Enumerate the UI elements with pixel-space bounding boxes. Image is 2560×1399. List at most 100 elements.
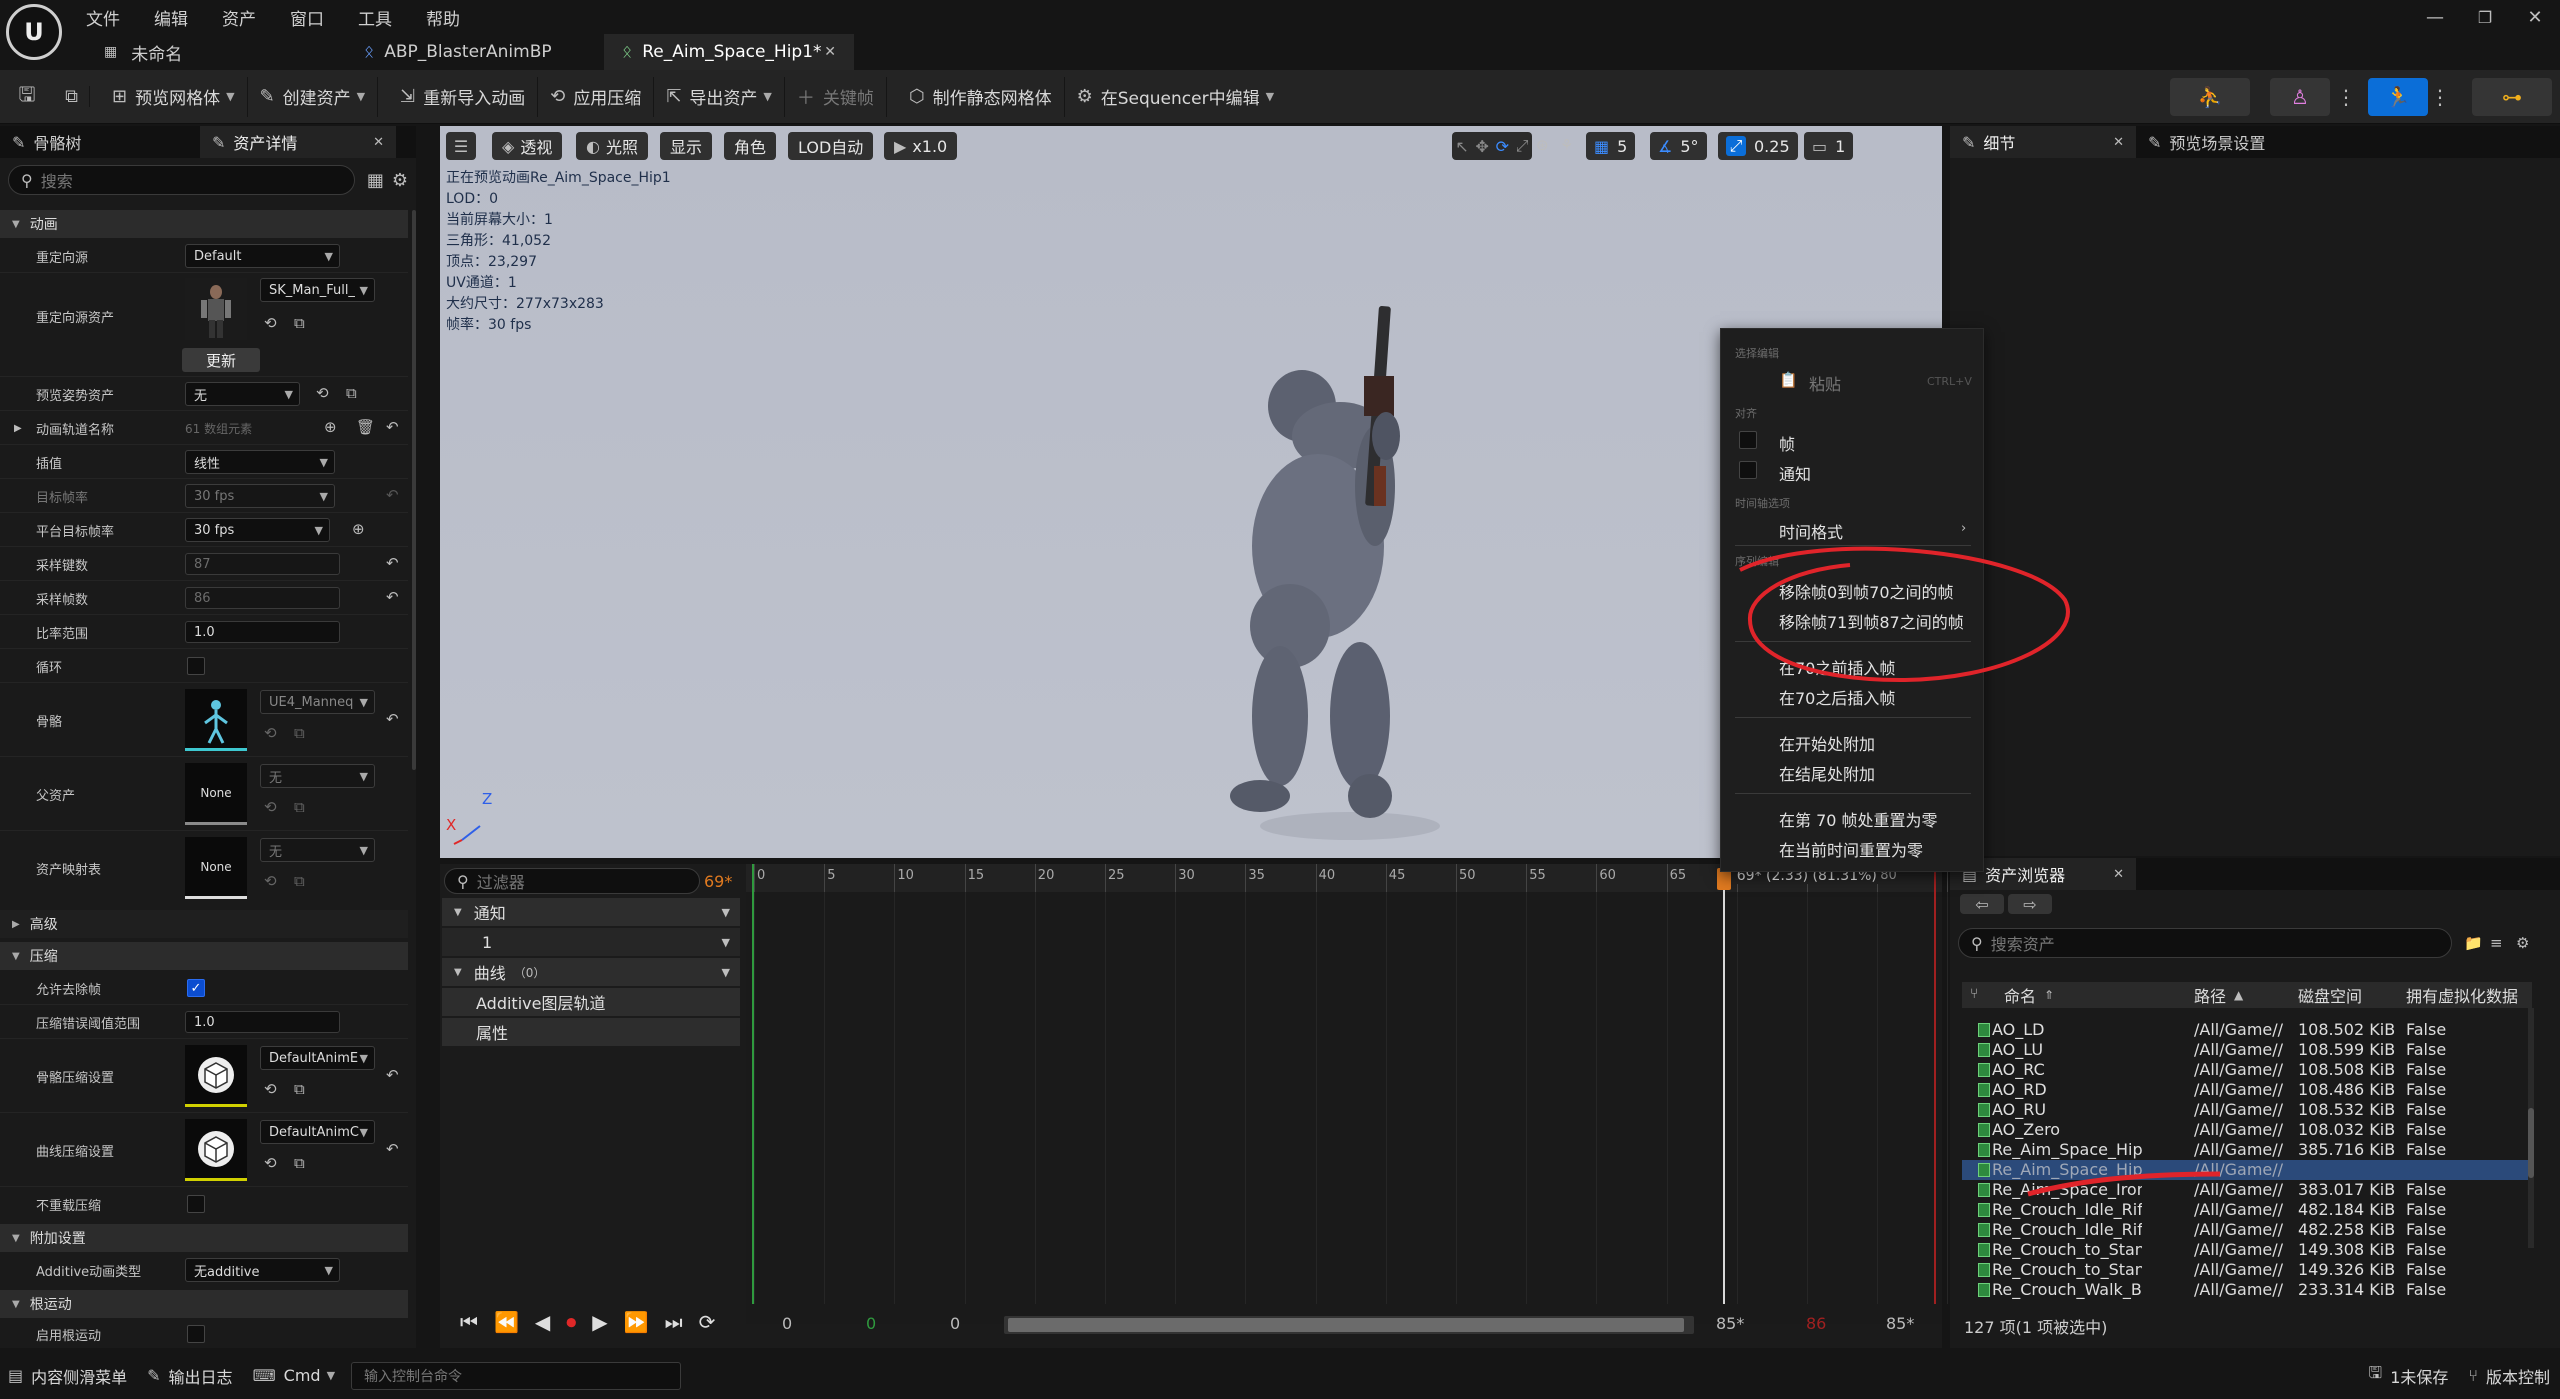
minimize-icon[interactable]: — <box>2410 7 2460 28</box>
preview-pose-dropdown[interactable]: 无 ▼ <box>185 382 300 406</box>
tab-asset-details[interactable]: ✎ 资产详情 ✕ <box>200 126 396 158</box>
browse-asset-icon[interactable]: ⧉ <box>294 1080 305 1098</box>
console-input[interactable]: 输入控制台命令 <box>351 1361 682 1390</box>
close-tab-icon[interactable]: ✕ <box>824 44 836 60</box>
asset-row[interactable]: AO_Zero/All/Game// 108.032 KiB False <box>1962 1120 2532 1140</box>
browse-asset-icon[interactable]: ⧉ <box>294 724 305 742</box>
tab-skeleton-tree[interactable]: ✎ 骨骼树 <box>0 126 200 158</box>
back-button[interactable]: ⇦ <box>1960 894 2004 914</box>
settings-gear-icon[interactable]: ⚙ <box>2516 934 2529 952</box>
columns-icon[interactable]: ⑂ <box>1970 986 1978 1002</box>
loop-icon[interactable]: ⟳ <box>699 1310 716 1334</box>
asset-row[interactable]: Re_Crouch_Idle_Rifle/All/Game// 482.258 K… <box>1962 1220 2532 1240</box>
rate-scale-field[interactable]: 1.0 <box>185 621 340 643</box>
snap-notify-checkbox[interactable] <box>1739 461 1757 479</box>
skip-to-end-icon[interactable]: ⏭ <box>665 1310 683 1334</box>
skeleton-dropdown[interactable]: UE4_Manneq ▼ <box>260 690 375 714</box>
column-path[interactable]: 路径 ▲ <box>2194 982 2243 1008</box>
scrollbar-thumb[interactable] <box>1008 1318 1684 1332</box>
details-search-input[interactable]: ⚲ 搜索 <box>8 165 355 195</box>
reset-arrow-icon[interactable]: ↶ <box>386 1140 399 1158</box>
tab-details[interactable]: ✎ 细节 ✕ <box>1950 126 2136 158</box>
add-element-icon[interactable]: ⊕ <box>352 520 365 538</box>
column-virtualized[interactable]: 拥有虚拟化数据 <box>2406 982 2526 1008</box>
asset-row[interactable]: Re_Crouch_Idle_Rifle/All/Game// 482.184 K… <box>1962 1200 2532 1220</box>
edit-in-sequencer-button[interactable]: ⚙ 在Sequencer中编辑 ▼ <box>1065 77 1286 117</box>
menu-tools[interactable]: 工具 <box>358 5 392 30</box>
output-log-button[interactable]: ✎ 输出日志 <box>137 1359 242 1393</box>
reimport-button[interactable]: ⇲ 重新导入动画 <box>388 76 539 117</box>
close-tab-icon[interactable]: ✕ <box>373 135 384 150</box>
track-notify-1[interactable]: 1 ▼ <box>442 928 740 956</box>
play-reverse-icon[interactable]: ◀ <box>535 1310 550 1334</box>
asset-row[interactable]: Re_Crouch_to_Stand/All/Game// 149.326 KiB… <box>1962 1260 2532 1280</box>
close-window-icon[interactable]: ✕ <box>2510 7 2560 28</box>
menu-help[interactable]: 帮助 <box>426 5 460 30</box>
enable-root-motion-checkbox[interactable] <box>187 1325 205 1343</box>
asset-row[interactable]: AO_LU/All/Game// 108.599 KiB False <box>1962 1040 2532 1060</box>
use-selected-icon[interactable]: ⟲ <box>316 384 329 402</box>
column-disk-size[interactable]: 磁盘空间 <box>2298 982 2362 1008</box>
track-attributes[interactable]: 属性 <box>442 1018 740 1046</box>
rotate-icon[interactable]: ⟳ <box>1496 137 1509 156</box>
settings-gear-icon[interactable]: ⚙ <box>392 170 408 191</box>
menu-item-reset-zero-70[interactable]: 在第 70 帧处重置为零 <box>1779 807 1938 831</box>
no-recompress-checkbox[interactable] <box>187 1195 205 1213</box>
track-curves[interactable]: ▼ 曲线 （0） ▼ <box>442 958 740 986</box>
reset-arrow-icon[interactable]: ↶ <box>386 418 399 436</box>
curve-compression-thumbnail[interactable] <box>185 1119 247 1181</box>
range-start[interactable]: 0 <box>782 1314 792 1333</box>
parent-asset-dropdown[interactable]: 无 ▼ <box>260 764 375 788</box>
use-selected-icon[interactable]: ⟲ <box>264 724 277 742</box>
step-forward-icon[interactable]: ⏩ <box>624 1310 649 1334</box>
reset-arrow-icon[interactable]: ↶ <box>386 710 399 728</box>
export-asset-button[interactable]: ⇱ 导出资产 ▼ <box>654 76 785 117</box>
tab-re-aim-space-hip1[interactable]: ᛟ Re_Aim_Space_Hip1* ✕ <box>604 34 854 70</box>
asset-list-scrollbar[interactable] <box>2528 1008 2534 1248</box>
apply-compression-button[interactable]: ⟲ 应用压缩 <box>538 76 655 117</box>
filter-icon[interactable]: ≡ <box>2490 934 2503 952</box>
menu-item-append-end[interactable]: 在结尾处附加 <box>1779 761 1875 785</box>
asset-row[interactable]: AO_RU/All/Game// 108.532 KiB False <box>1962 1100 2532 1120</box>
mesh-mode-button[interactable]: ♙ <box>2270 77 2330 116</box>
range-view-end[interactable]: 85* <box>1716 1314 1744 1333</box>
skeletal-mesh-thumbnail[interactable] <box>185 278 247 340</box>
browse-asset-icon[interactable]: ⧉ <box>346 384 357 402</box>
reset-arrow-icon[interactable]: ↶ <box>386 1066 399 1084</box>
lod-button[interactable]: LOD自动 <box>788 132 874 160</box>
asset-row[interactable]: AO_RC/All/Game// 108.508 KiB False <box>1962 1060 2532 1080</box>
forward-button[interactable]: ⇨ <box>2008 894 2052 914</box>
keyframe-button[interactable]: ＋ 关键帧 <box>785 76 887 117</box>
angle-snap-button[interactable]: ∡ 5° <box>1650 132 1707 160</box>
curve-compression-dropdown[interactable]: DefaultAnimC ▼ <box>260 1120 375 1144</box>
platform-fps-dropdown[interactable]: 30 fps ▼ <box>185 518 330 542</box>
tab-abp-blaster[interactable]: ᛟ ABP_BlasterAnimBP <box>346 34 604 70</box>
menu-file[interactable]: 文件 <box>86 5 120 30</box>
track-notify[interactable]: ▼ 通知 ▼ <box>442 898 740 926</box>
update-button[interactable]: 更新 <box>182 348 260 372</box>
animation-mode-button[interactable]: 🏃 <box>2368 77 2428 116</box>
range-red-end[interactable]: 86 <box>1806 1314 1826 1333</box>
use-selected-icon[interactable]: ⟲ <box>264 872 277 890</box>
target-fps-dropdown[interactable]: 30 fps ▼ <box>185 484 335 508</box>
asset-mapping-thumbnail[interactable]: None <box>185 837 247 899</box>
chevron-down-icon[interactable]: ▼ <box>722 966 730 979</box>
move-icon[interactable]: ✥ <box>1476 137 1489 156</box>
more-options-icon[interactable]: ⋮ <box>2334 85 2358 109</box>
track-additive-layer[interactable]: Additive图层轨道 <box>442 988 740 1016</box>
preview-viewport[interactable]: ☰ ◈ 透视 ◐ 光照 显示 角色 LOD自动 ▶ x1.0 ↖ ✥ ⟳ ⤢ ⊛ ⚘ … <box>440 126 1942 858</box>
record-icon[interactable]: ⏺ <box>566 1310 576 1334</box>
step-back-icon[interactable]: ⏪ <box>494 1310 519 1334</box>
asset-row[interactable]: Re_Crouch_to_Stand/All/Game// 149.308 KiB… <box>1962 1240 2532 1260</box>
blueprint-mode-button[interactable]: ⊶ <box>2472 77 2552 116</box>
lit-button[interactable]: ◐ 光照 <box>576 132 648 160</box>
interpolation-dropdown[interactable]: 线性 ▼ <box>185 450 335 474</box>
delete-icon[interactable]: 🗑 <box>356 418 375 436</box>
menu-item-snap-notify[interactable]: 通知 <box>1779 461 1811 485</box>
world-local-icon[interactable]: ⊛ <box>1536 136 1549 154</box>
table-view-icon[interactable]: ▦ <box>367 170 384 191</box>
use-selected-icon[interactable]: ⟲ <box>264 314 277 332</box>
range-view-start[interactable]: 0 <box>950 1314 960 1333</box>
skeleton-mode-button[interactable]: ⛹ <box>2170 77 2250 116</box>
source-control-button[interactable]: ⑂ 版本控制 <box>2458 1359 2560 1393</box>
